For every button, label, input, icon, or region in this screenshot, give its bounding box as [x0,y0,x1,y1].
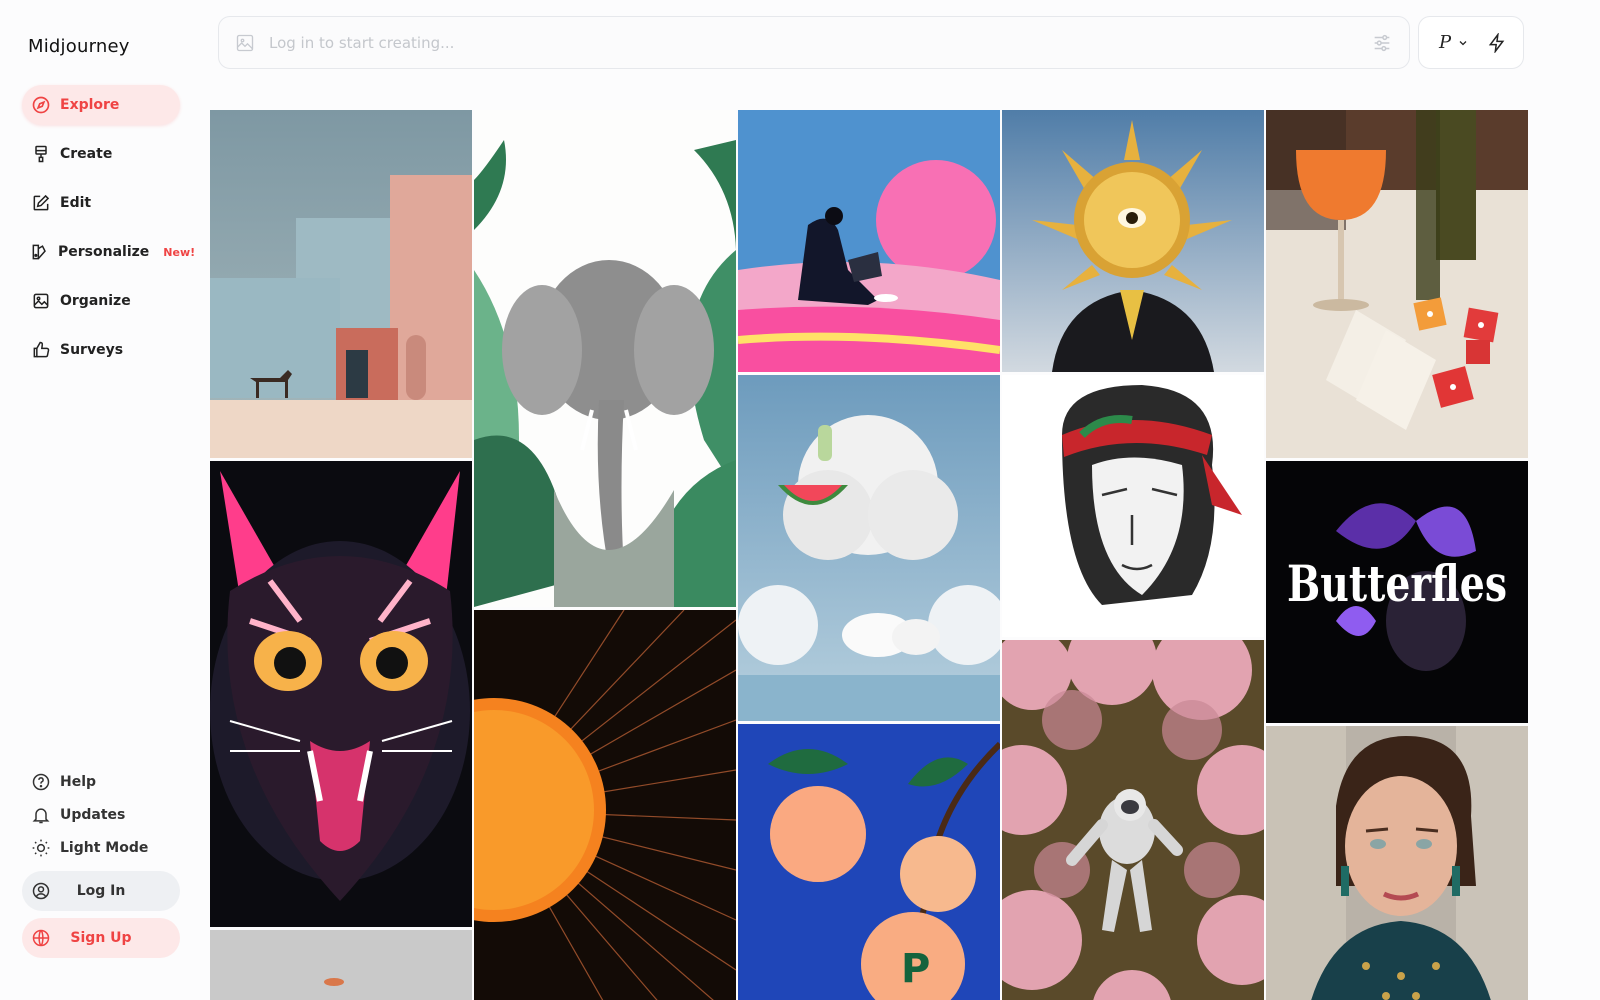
svg-text:P: P [901,946,930,992]
nav-item-explore[interactable]: Explore [22,85,180,125]
nav-label: Explore [60,97,120,113]
gallery-grid: P Butterfles [210,110,1530,1000]
bell-icon [30,804,52,826]
help-label: Help [60,773,97,790]
nav-label: Create [60,146,113,162]
gray-partial-image[interactable] [210,930,472,1000]
image-upload-icon[interactable] [235,33,255,53]
peaches-image[interactable]: P [738,724,1000,1000]
thumbs-up-icon [30,339,52,361]
mode-label: P [1439,32,1452,53]
laptop-man-pink-sun-image[interactable] [738,110,1000,372]
wine-dice-cards-image[interactable] [1266,110,1528,458]
pink-building-horse-image[interactable] [210,110,472,458]
nav-item-personalize[interactable]: Personalize New! [22,232,195,272]
personalize-icon [30,241,50,263]
signup-button[interactable]: Sign Up [22,918,180,958]
sun-icon [30,837,52,859]
globe-icon [30,927,52,949]
sidebar: Midjourney Explore Create Edit Personali… [0,0,200,1000]
nav-item-create[interactable]: Create [22,134,180,174]
golden-sun-head-image[interactable] [1002,110,1264,372]
image-icon [30,290,52,312]
nav-item-surveys[interactable]: Surveys [22,330,180,370]
nav-label: Organize [60,293,131,309]
lightning-icon[interactable] [1487,32,1507,53]
elephant-jungle-image[interactable] [474,110,736,607]
light-mode-toggle[interactable]: Light Mode [22,831,180,864]
sidebar-bottom: Help Updates Light Mode Log In Sign Up [22,765,180,958]
nav-item-organize[interactable]: Organize [22,281,180,321]
updates-label: Updates [60,806,126,823]
mode-selector[interactable]: P [1418,16,1524,69]
new-badge: New! [163,245,196,259]
orange-sun-circuit-image[interactable] [474,610,736,1000]
bandana-portrait-sketch-image[interactable] [1002,375,1264,637]
paintbrush-icon [30,143,52,165]
settings-sliders-icon[interactable] [1371,32,1393,54]
compass-icon [30,94,52,116]
butterflies-poster-image[interactable]: Butterfles [1266,461,1528,723]
cloud-watermelon-crocs-image[interactable] [738,375,1000,721]
nav-label: Personalize [58,244,150,260]
light-mode-label: Light Mode [60,839,149,856]
help-icon [30,771,52,793]
user-circle-icon [30,880,52,902]
woman-portrait-image[interactable] [1266,726,1528,1000]
help-link[interactable]: Help [22,765,180,798]
prompt-input[interactable] [269,33,1371,52]
login-label: Log In [76,883,126,899]
nav-label: Edit [60,195,92,211]
prompt-bar [218,16,1410,69]
chevron-down-icon [1459,40,1467,45]
astronaut-flowers-image[interactable] [1002,640,1264,1000]
nav-label: Surveys [60,342,124,358]
neon-cat-image[interactable] [210,461,472,927]
pencil-square-icon [30,192,52,214]
butterflies-title: Butterfles [1287,554,1507,613]
updates-link[interactable]: Updates [22,798,180,831]
main-nav: Explore Create Edit Personalize New! Org… [22,85,195,379]
app-logo[interactable]: Midjourney [28,36,130,57]
signup-label: Sign Up [70,930,132,946]
login-button[interactable]: Log In [22,871,180,911]
nav-item-edit[interactable]: Edit [22,183,180,223]
